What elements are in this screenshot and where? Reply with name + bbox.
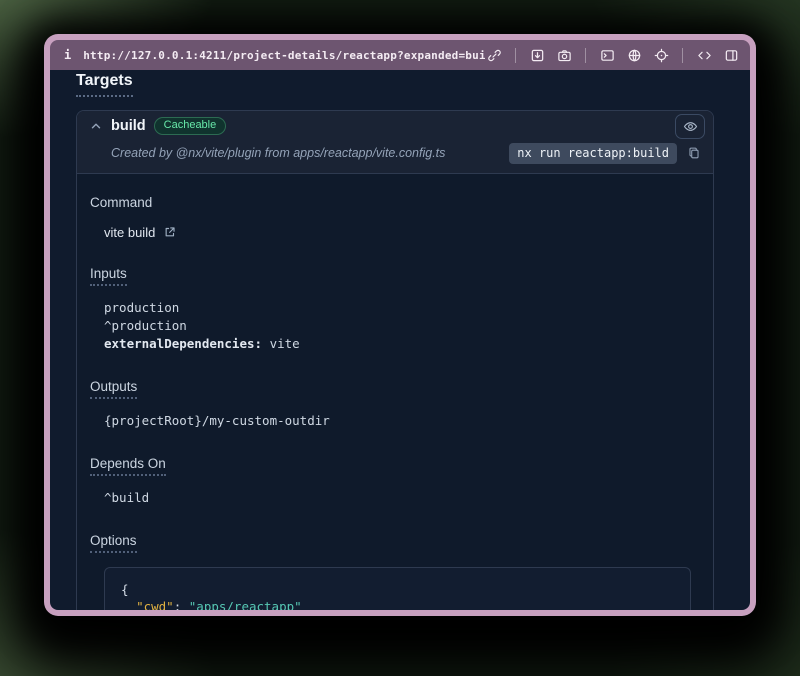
browser-toolbar: i http://127.0.0.1:4211/project-details/…	[50, 40, 750, 70]
cacheable-badge: Cacheable	[154, 117, 227, 135]
browser-window: i http://127.0.0.1:4211/project-details/…	[44, 34, 756, 616]
code-value-cwd: "apps/reactapp"	[189, 599, 302, 610]
toolbar-divider	[585, 48, 586, 63]
external-link-icon[interactable]	[162, 225, 177, 240]
input-item: ^production	[104, 317, 701, 335]
save-screenshot-icon[interactable]	[528, 46, 546, 64]
target-card-build: build Cacheable Created by @nx/vite/plug…	[76, 110, 714, 610]
link-icon[interactable]	[485, 46, 503, 64]
created-by-text: Created by @nx/vite/plugin from apps/rea…	[111, 146, 445, 160]
external-dependencies-value: vite	[262, 336, 300, 351]
build-card-body: Command vite build Inputs production ^pr…	[77, 174, 713, 610]
inputs-section: Inputs production ^production externalDe…	[90, 265, 701, 353]
code-icon[interactable]	[695, 46, 713, 64]
build-header-subrow: Created by @nx/vite/plugin from apps/rea…	[89, 143, 705, 164]
run-command-chip: nx run reactapp:build	[509, 143, 677, 164]
inputs-label[interactable]: Inputs	[90, 266, 127, 286]
url-bar[interactable]: http://127.0.0.1:4211/project-details/re…	[83, 49, 485, 62]
output-item: {projectRoot}/my-custom-outdir	[104, 412, 701, 430]
code-open-brace: {	[121, 582, 129, 597]
target-icon[interactable]	[652, 46, 670, 64]
toolbar-divider	[682, 48, 683, 63]
copy-icon[interactable]	[685, 144, 703, 162]
options-section: Options { "cwd": "apps/reactapp" }	[90, 532, 701, 610]
depends-on-section: Depends On ^build	[90, 455, 701, 507]
options-code-block: { "cwd": "apps/reactapp" }	[104, 567, 691, 610]
target-name: build	[111, 118, 146, 134]
depends-on-label[interactable]: Depends On	[90, 456, 166, 476]
input-item: externalDependencies: vite	[104, 335, 701, 353]
command-label: Command	[90, 195, 152, 210]
external-dependencies-key: externalDependencies:	[104, 336, 262, 351]
outputs-label[interactable]: Outputs	[90, 379, 137, 399]
eye-button[interactable]	[675, 114, 705, 139]
toolbar-divider	[515, 48, 516, 63]
chevron-up-icon	[89, 119, 103, 133]
options-label[interactable]: Options	[90, 533, 137, 553]
code-key-cwd: "cwd"	[136, 599, 174, 610]
outputs-section: Outputs {projectRoot}/my-custom-outdir	[90, 378, 701, 430]
depends-on-item: ^build	[104, 489, 701, 507]
page-title[interactable]: Targets	[76, 73, 133, 97]
build-card-header: build Cacheable Created by @nx/vite/plug…	[77, 111, 713, 174]
build-header-row[interactable]: build Cacheable	[89, 111, 705, 142]
info-icon: i	[64, 48, 71, 62]
split-panel-icon[interactable]	[722, 46, 740, 64]
command-section: Command vite build	[90, 194, 701, 240]
globe-icon[interactable]	[625, 46, 643, 64]
input-item: production	[104, 299, 701, 317]
terminal-icon[interactable]	[598, 46, 616, 64]
toolbar-actions	[485, 46, 740, 64]
project-details-page: Targets build Cacheable Created by @nx/v…	[50, 70, 750, 610]
camera-icon[interactable]	[555, 46, 573, 64]
command-value: vite build	[104, 225, 155, 240]
